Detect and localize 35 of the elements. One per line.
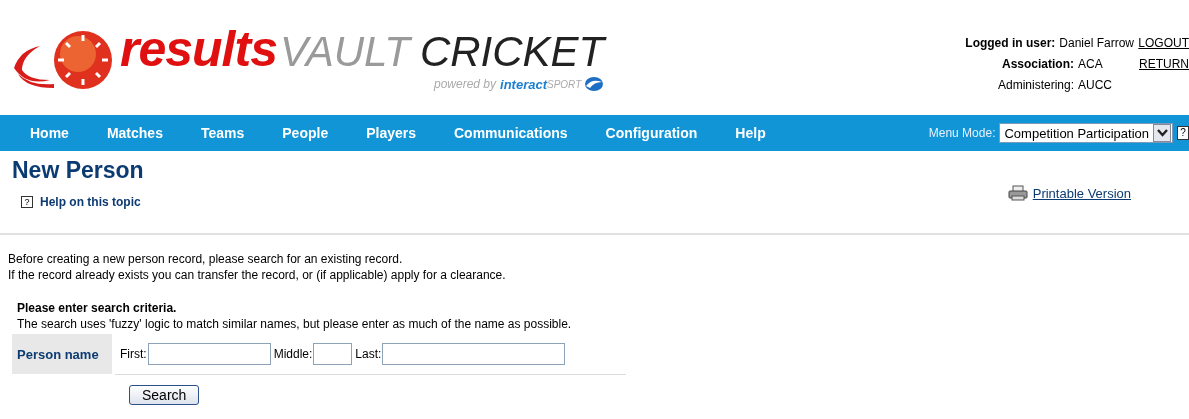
user-name: Daniel Farrow bbox=[1059, 36, 1134, 50]
criteria-note: The search uses 'fuzzy' logic to match similar names, but please enter as much of the name as possible. bbox=[16, 317, 573, 331]
brand-text: interact bbox=[500, 76, 547, 92]
printer-icon bbox=[1006, 185, 1029, 201]
help-link[interactable]: Help on this topic bbox=[40, 195, 141, 209]
brand-text: SPORT bbox=[547, 78, 582, 90]
person-name-label: Person name bbox=[12, 334, 112, 374]
help-icon[interactable]: ? bbox=[1177, 126, 1189, 140]
printable-version-link[interactable]: Printable Version bbox=[1032, 185, 1131, 201]
intro-text: Before creating a new person record, please search for an existing record. bbox=[8, 251, 404, 267]
caret-icon[interactable] bbox=[1153, 124, 1171, 142]
logo-text: CRICKET bbox=[419, 31, 605, 73]
name-input-field[interactable] bbox=[382, 343, 566, 365]
field-label: Last: bbox=[355, 347, 382, 361]
page-title: New Person bbox=[12, 157, 144, 184]
association-value: ACA bbox=[1078, 57, 1104, 71]
name-input-field[interactable] bbox=[147, 343, 271, 365]
search-button[interactable]: Search bbox=[129, 385, 200, 405]
swirl-icon bbox=[582, 76, 605, 92]
name-input-field[interactable] bbox=[313, 343, 353, 365]
return-link[interactable]: RETURN bbox=[1138, 57, 1189, 71]
administering-value: AUCC bbox=[1078, 78, 1113, 92]
logout-link[interactable]: LOGOUT bbox=[1138, 36, 1189, 50]
administering-label: Administering: bbox=[997, 78, 1074, 92]
association-label: Association: bbox=[1002, 57, 1074, 71]
help-icon[interactable]: ? bbox=[21, 196, 33, 208]
menu-mode-select[interactable]: Competition Participation bbox=[999, 123, 1173, 143]
criteria-heading: Please enter search criteria. bbox=[16, 301, 178, 315]
user-label: Logged in user: bbox=[965, 36, 1056, 50]
menu-mode-label: Menu Mode: bbox=[928, 126, 996, 140]
field-label: Middle: bbox=[273, 347, 313, 361]
field-label: First: bbox=[120, 347, 147, 361]
powered-by-text: powered by bbox=[433, 77, 496, 91]
intro-text: If the record already exists you can transfer the record, or (if applicable) apply for a clearance. bbox=[8, 267, 507, 283]
logo-text: results bbox=[120, 24, 277, 74]
